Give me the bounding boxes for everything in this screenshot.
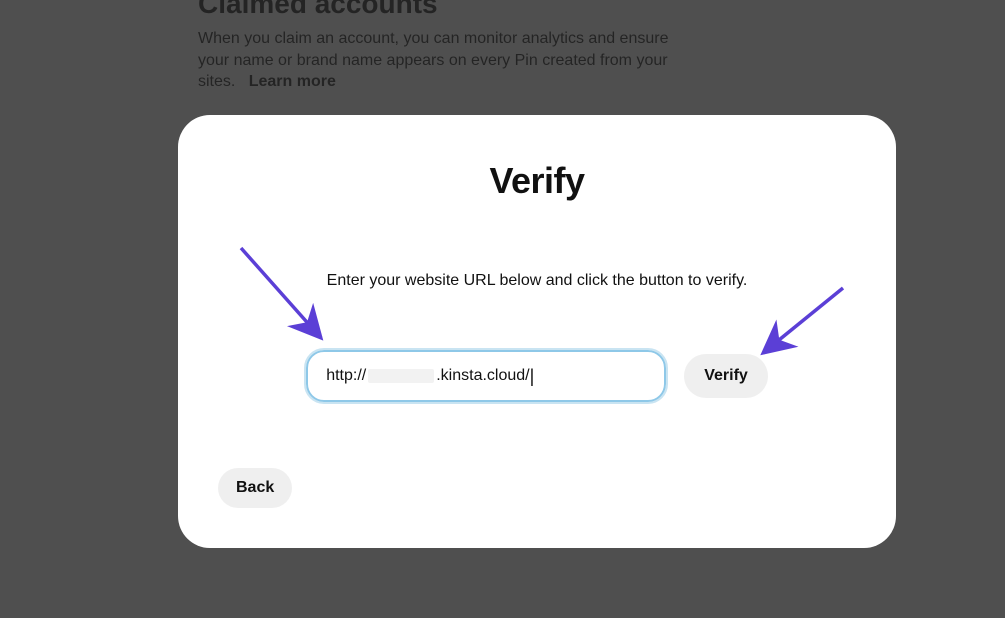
verify-button[interactable]: Verify <box>684 354 768 398</box>
annotation-arrow-left <box>236 243 346 358</box>
modal-instruction: Enter your website URL below and click t… <box>178 272 896 290</box>
verify-modal: Verify Enter your website URL below and … <box>178 115 896 548</box>
website-url-input[interactable]: http:// .kinsta.cloud/ | <box>306 350 666 402</box>
back-button[interactable]: Back <box>218 468 292 508</box>
input-row: http:// .kinsta.cloud/ | Verify <box>178 350 896 402</box>
url-suffix-text: .kinsta.cloud/ <box>436 367 529 385</box>
url-prefix-text: http:// <box>326 367 366 385</box>
redacted-subdomain <box>368 369 434 383</box>
modal-title: Verify <box>178 160 896 202</box>
text-cursor: | <box>530 366 535 387</box>
page-container: tion ment s ns ns Claimed accounts When … <box>0 0 1005 618</box>
